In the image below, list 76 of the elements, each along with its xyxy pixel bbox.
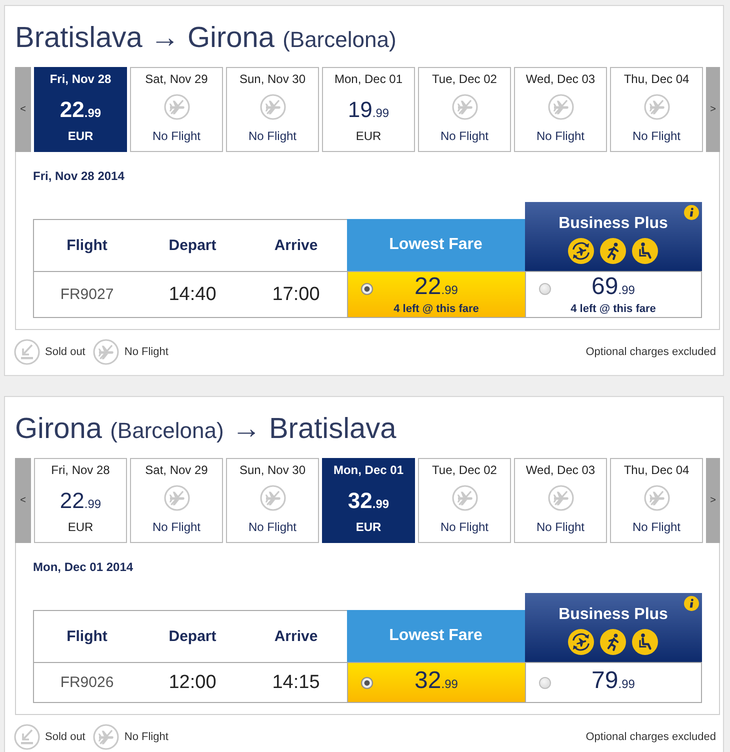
date-tab[interactable]: Sat, Nov 29 No Flight <box>130 67 223 152</box>
running-person-icon <box>600 238 626 264</box>
seated-person-icon <box>632 238 658 264</box>
no-flight-icon <box>644 94 670 120</box>
date-tab[interactable]: Sun, Nov 30 No Flight <box>226 67 319 152</box>
info-icon[interactable] <box>684 596 699 611</box>
date-tab[interactable]: Thu, Dec 04 No Flight <box>610 67 703 152</box>
fare-cell[interactable]: 69.99 4 left @ this fare <box>524 272 702 318</box>
no-flight-icon <box>644 484 670 510</box>
date-tab[interactable]: Sun, Nov 30 No Flight <box>226 458 319 543</box>
fare-cell[interactable]: 79.99 <box>524 663 702 703</box>
charges-note: Optional charges excluded <box>586 346 716 358</box>
fare-header: Lowest Fare <box>347 219 524 272</box>
date-tab[interactable]: Tue, Dec 02 No Flight <box>418 458 511 543</box>
column-header: Depart <box>140 610 245 663</box>
running-person-icon <box>600 629 626 655</box>
route-title: Girona (Barcelona) → Bratislava <box>15 412 398 447</box>
radio-button[interactable] <box>361 676 373 688</box>
column-header: Flight <box>33 219 140 272</box>
no-flight-icon <box>260 484 286 510</box>
info-icon[interactable] <box>684 205 699 220</box>
route-title: Bratislava → Girona (Barcelona) <box>15 21 398 56</box>
prev-button[interactable]: < <box>15 67 31 152</box>
no-flight-icon <box>548 484 574 510</box>
legend-label: No Flight <box>124 346 168 358</box>
no-flight-icon <box>93 724 120 750</box>
flight-change-icon <box>568 629 594 655</box>
no-flight-icon <box>548 94 574 120</box>
selected-date-heading: Mon, Dec 01 2014 <box>33 559 134 575</box>
date-tab[interactable]: Mon, Dec 01 32.99 EUR <box>322 458 415 543</box>
table-cell: FR9026 <box>33 663 140 703</box>
date-tab[interactable]: Wed, Dec 03 No Flight <box>514 67 607 152</box>
no-flight-icon <box>164 94 190 120</box>
fare-price: 69.99 <box>592 274 635 302</box>
date-tab[interactable]: Fri, Nov 28 22.99 EUR <box>34 67 127 152</box>
no-flight-icon <box>452 94 478 120</box>
date-tab[interactable]: Fri, Nov 28 22.99 EUR <box>34 458 127 543</box>
fare-cell[interactable]: 32.99 <box>347 663 524 703</box>
legend-label: Sold out <box>45 346 86 358</box>
column-header: Flight <box>33 610 140 663</box>
fare-price: 22.99 <box>414 274 458 302</box>
charges-note: Optional charges excluded <box>586 731 716 743</box>
fare-price: 79.99 <box>592 668 635 696</box>
table-cell: FR9027 <box>33 272 140 318</box>
no-flight-icon <box>164 484 190 510</box>
date-tab[interactable]: Wed, Dec 03 No Flight <box>514 458 607 543</box>
fare-price: 32.99 <box>414 668 458 696</box>
date-tab[interactable]: Thu, Dec 04 No Flight <box>610 458 703 543</box>
radio-button[interactable] <box>538 282 550 294</box>
fare-cell[interactable]: 22.99 4 left @ this fare <box>347 272 524 318</box>
next-button[interactable]: > <box>706 458 720 543</box>
next-button[interactable]: > <box>706 67 720 152</box>
seats-left-note: 4 left @ this fare <box>394 303 479 315</box>
legend-label: No Flight <box>124 731 168 743</box>
no-flight-icon <box>260 94 286 120</box>
flight-change-icon <box>568 238 594 264</box>
selected-date-heading: Fri, Nov 28 2014 <box>33 168 126 184</box>
fare-header: Lowest Fare <box>347 610 524 663</box>
no-flight-icon <box>93 339 120 365</box>
column-header: Depart <box>140 219 245 272</box>
date-tab[interactable]: Mon, Dec 01 19.99 EUR <box>322 67 415 152</box>
legend-label: Sold out <box>45 731 86 743</box>
seated-person-icon <box>632 629 658 655</box>
date-tab[interactable]: Sat, Nov 29 No Flight <box>130 458 223 543</box>
fare-header-title: Business Plus <box>558 215 668 233</box>
radio-button[interactable] <box>538 676 550 688</box>
sold-out-icon <box>14 724 40 750</box>
fare-header-title: Business Plus <box>558 606 668 624</box>
sold-out-icon <box>14 339 40 365</box>
prev-button[interactable]: < <box>15 458 31 543</box>
seats-left-note: 4 left @ this fare <box>570 303 656 315</box>
no-flight-icon <box>452 484 478 510</box>
radio-button[interactable] <box>361 282 373 294</box>
table-cell: 14:40 <box>140 272 245 318</box>
date-tab[interactable]: Tue, Dec 02 No Flight <box>418 67 511 152</box>
table-cell: 12:00 <box>140 663 245 703</box>
